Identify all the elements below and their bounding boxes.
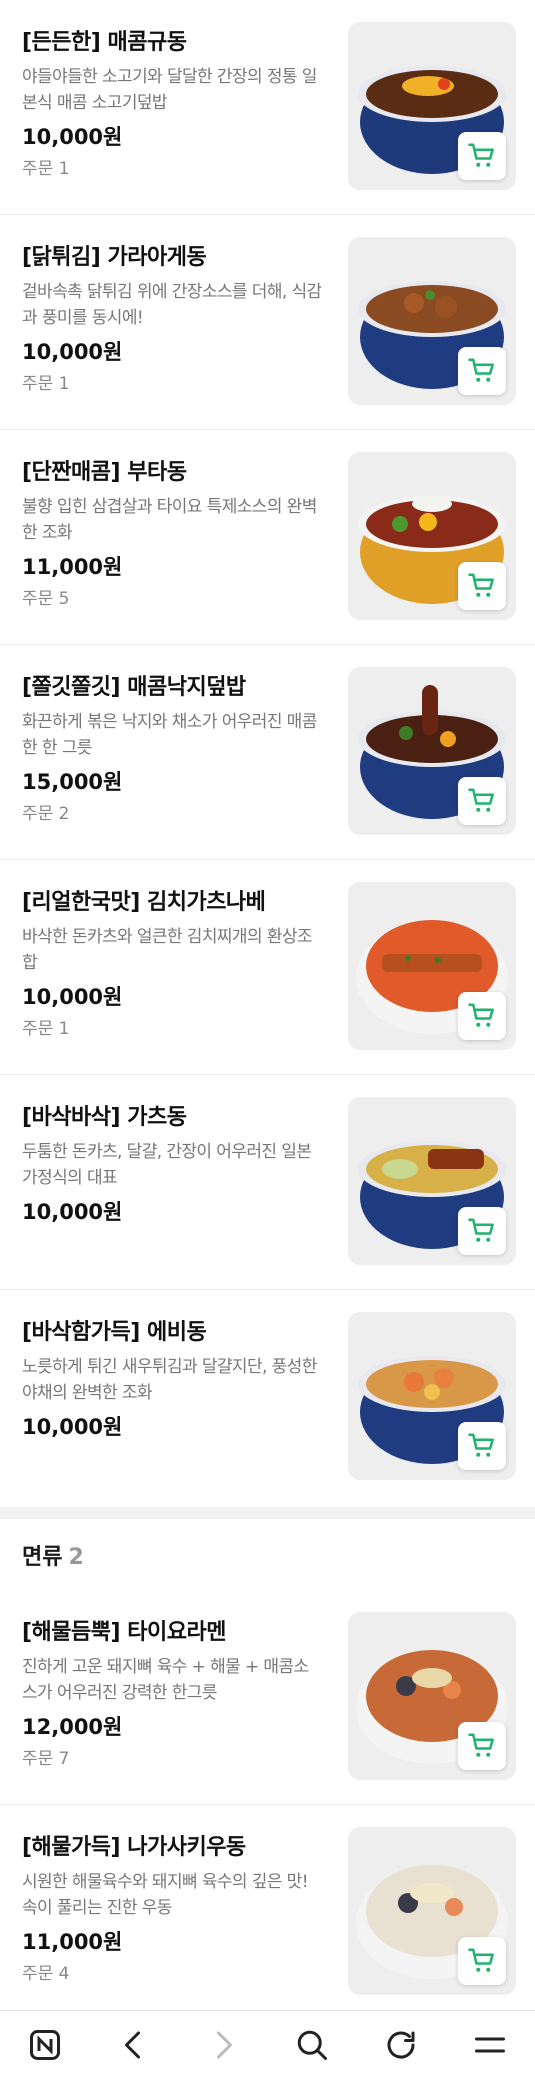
forward-button[interactable] [193,2015,253,2075]
item-price: 10,000원 [22,125,123,149]
menu-item[interactable]: [든든한] 매콤규동 야들야들한 소고기와 달달한 간장의 정통 일본식 매콤 … [0,0,535,215]
item-text: [닭튀김] 가라아게동 겉바속촉 닭튀김 위에 간장소스를 더해, 식감과 풍미… [22,243,322,397]
item-text: [바삭바삭] 가츠동 두툼한 돈카츠, 달걀, 간장이 어우러진 일본 가정식의… [22,1103,322,1227]
food-photo[interactable] [348,667,516,835]
cart-icon [468,358,494,382]
item-title: [든든한] 매콤규동 [22,30,187,55]
item-text: [리얼한국맛] 김치가츠나베 바삭한 돈카츠와 얼큰한 김치찌개의 환상조합 1… [22,888,322,1042]
add-to-cart-button[interactable] [458,562,506,610]
food-photo[interactable] [348,1612,516,1780]
back-button[interactable] [104,2015,164,2075]
item-description: 겉바속촉 닭튀김 위에 간장소스를 더해, 식감과 풍미를 동시에! [22,282,322,328]
item-description: 진하게 고운 돼지뼈 육수 + 해물 + 매콤소스가 어우러진 강력한 한그릇 [22,1657,309,1703]
item-description: 노릇하게 튀긴 새우튀김과 달걀지단, 풍성한 야채의 완벽한 조화 [22,1357,317,1403]
item-title: [단짠매콤] 부타동 [22,460,187,485]
item-order-count: 주문 1 [22,374,70,394]
item-price: 12,000원 [22,1715,123,1739]
menu-item[interactable]: [바삭바삭] 가츠동 두툼한 돈카츠, 달걀, 간장이 어우러진 일본 가정식의… [0,1075,535,1290]
item-text: [바삭함가득] 에비동 노릇하게 튀긴 새우튀김과 달걀지단, 풍성한 야채의 … [22,1318,322,1442]
add-to-cart-button[interactable] [458,1937,506,1985]
item-title: [닭튀김] 가라아게동 [22,245,207,270]
item-description: 두툼한 돈카츠, 달걀, 간장이 어우러진 일본 가정식의 대표 [22,1142,312,1188]
add-to-cart-button[interactable] [458,1422,506,1470]
add-to-cart-button[interactable] [458,992,506,1040]
food-photo[interactable] [348,22,516,190]
cart-icon [468,1733,494,1757]
cart-icon [468,1003,494,1027]
add-to-cart-button[interactable] [458,347,506,395]
menu-item[interactable]: [쫄깃쫄깃] 매콤낙지덮밥 화끈하게 볶은 낙지와 채소가 어우러진 매콤한 한… [0,645,535,860]
item-description: 시원한 해물육수와 돼지뼈 육수의 깊은 맛! 속이 풀리는 진한 우동 [22,1872,309,1918]
refresh-button[interactable] [371,2015,431,2075]
item-order-count: 주문 1 [22,159,70,179]
item-title: [해물가득] 나가사키우동 [22,1835,246,1860]
menu-item[interactable]: [단짠매콤] 부타동 불향 입힌 삼겹살과 타이요 특제소스의 완벽한 조화 1… [0,430,535,645]
item-price: 15,000원 [22,770,123,794]
search-icon [297,2030,328,2060]
item-price: 11,000원 [22,555,123,579]
item-description: 불향 입힌 삼겹살과 타이요 특제소스의 완벽한 조화 [22,497,317,543]
item-order-count: 주문 7 [22,1749,70,1769]
section-divider [0,1507,535,1519]
item-title: [해물듬뿍] 타이요라멘 [22,1620,226,1645]
item-description: 야들야들한 소고기와 달달한 간장의 정통 일본식 매콤 소고기덮밥 [22,67,317,113]
item-price: 10,000원 [22,985,123,1009]
food-photo[interactable] [348,1827,516,1995]
item-text: [해물가득] 나가사키우동 시원한 해물육수와 돼지뼈 육수의 깊은 맛! 속이… [22,1833,322,1987]
item-order-count: 주문 4 [22,1964,70,1984]
cart-icon [468,1433,494,1457]
cart-icon [468,573,494,597]
add-to-cart-button[interactable] [458,777,506,825]
item-title: [바삭바삭] 가츠동 [22,1105,187,1130]
section-item-count: 2 [68,1545,84,1570]
item-price: 10,000원 [22,340,123,364]
add-to-cart-button[interactable] [458,132,506,180]
menu-item[interactable]: [바삭함가득] 에비동 노릇하게 튀긴 새우튀김과 달걀지단, 풍성한 야채의 … [0,1290,535,1505]
item-description: 바삭한 돈카츠와 얼큰한 김치찌개의 환상조합 [22,927,313,973]
item-order-count: 주문 5 [22,589,70,609]
menu-item[interactable]: [해물듬뿍] 타이요라멘 진하게 고운 돼지뼈 육수 + 해물 + 매콤소스가 … [0,1590,535,1805]
item-text: [든든한] 매콤규동 야들야들한 소고기와 달달한 간장의 정통 일본식 매콤 … [22,28,322,182]
menu-button[interactable] [460,2015,520,2075]
menu-icon [475,2037,506,2053]
section-title: 면류 [22,1545,63,1570]
item-text: [쫄깃쫄깃] 매콤낙지덮밥 화끈하게 볶은 낙지와 채소가 어우러진 매콤한 한… [22,673,322,827]
back-icon [124,2031,140,2059]
item-description: 화끈하게 볶은 낙지와 채소가 어우러진 매콤한 한 그릇 [22,712,317,758]
item-price: 11,000원 [22,1930,123,1954]
item-title: [리얼한국맛] 김치가츠나베 [22,890,266,915]
cart-icon [468,788,494,812]
food-photo[interactable] [348,1312,516,1480]
item-text: [단짠매콤] 부타동 불향 입힌 삼겹살과 타이요 특제소스의 완벽한 조화 1… [22,458,322,612]
naver-home-icon [29,2030,60,2060]
search-button[interactable] [282,2015,342,2075]
cart-icon [468,1948,494,1972]
food-photo[interactable] [348,882,516,1050]
food-photo[interactable] [348,237,516,405]
forward-icon [216,2031,232,2059]
item-title: [바삭함가득] 에비동 [22,1320,207,1345]
food-photo[interactable] [348,1097,516,1265]
menu-item[interactable]: [해물가득] 나가사키우동 시원한 해물육수와 돼지뼈 육수의 깊은 맛! 속이… [0,1805,535,2020]
item-price: 10,000원 [22,1415,123,1439]
home-button[interactable] [15,2015,75,2075]
menu-item[interactable]: [리얼한국맛] 김치가츠나베 바삭한 돈카츠와 얼큰한 김치찌개의 환상조합 1… [0,860,535,1075]
item-title: [쫄깃쫄깃] 매콤낙지덮밥 [22,675,246,700]
section-header: 면류 2 [22,1541,84,1575]
item-price: 10,000원 [22,1200,123,1224]
food-photo[interactable] [348,452,516,620]
add-to-cart-button[interactable] [458,1207,506,1255]
add-to-cart-button[interactable] [458,1722,506,1770]
menu-item[interactable]: [닭튀김] 가라아게동 겉바속촉 닭튀김 위에 간장소스를 더해, 식감과 풍미… [0,215,535,430]
item-order-count: 주문 2 [22,804,70,824]
item-order-count: 주문 1 [22,1019,70,1039]
browser-bottom-nav [0,2010,535,2079]
item-text: [해물듬뿍] 타이요라멘 진하게 고운 돼지뼈 육수 + 해물 + 매콤소스가 … [22,1618,322,1772]
cart-icon [468,143,494,167]
refresh-icon [387,2031,415,2059]
cart-icon [468,1218,494,1242]
